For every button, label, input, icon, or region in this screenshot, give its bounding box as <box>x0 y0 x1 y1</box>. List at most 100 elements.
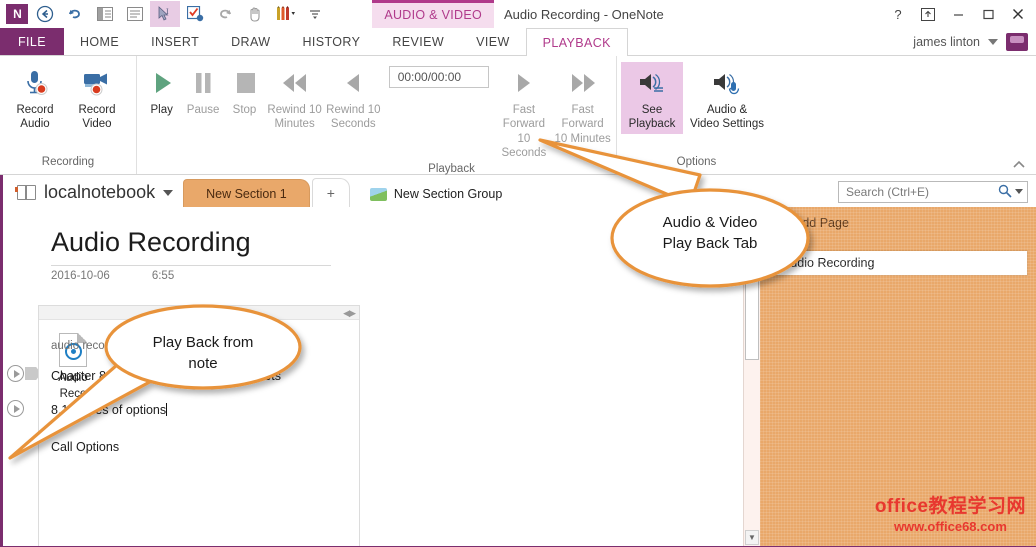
label-line1: Fast Forward <box>503 104 545 130</box>
tab-history[interactable]: HISTORY <box>286 28 376 55</box>
page-list-item-audio-recording[interactable]: Audio Recording <box>773 250 1028 276</box>
note-line-chapter[interactable]: Chapter 8: Mechanics of Options Markets <box>51 369 281 383</box>
page-list-panel: Add Page Audio Recording <box>760 207 1036 546</box>
note-line-call-options[interactable]: Call Options <box>51 440 119 454</box>
record-audio-button[interactable]: Record Audio <box>4 62 66 134</box>
back-icon[interactable] <box>30 1 60 27</box>
vertical-scrollbar[interactable]: ▼ <box>743 207 760 546</box>
rewind-10-minutes-label: Rewind 10 Minutes <box>267 103 321 132</box>
note-line-types-of-options[interactable]: 8.1: Types of options <box>51 403 167 417</box>
see-playback-icon <box>636 66 668 100</box>
label-line2: Minutes <box>274 118 314 130</box>
customize-qat-icon[interactable] <box>300 1 330 27</box>
tasks-icon[interactable] <box>180 1 210 27</box>
ribbon-group-recording-title: Recording <box>0 156 136 174</box>
audio-video-settings-button[interactable]: Audio & Video Settings <box>683 62 771 134</box>
play-icon <box>147 66 177 100</box>
play-label: Play <box>151 103 173 117</box>
select-type-icon[interactable]: I <box>150 1 180 27</box>
audio-video-settings-label: Audio & Video Settings <box>690 103 764 132</box>
redo-icon[interactable] <box>210 1 240 27</box>
page-canvas[interactable]: Audio Recording 2016-10-06 6:55 •••• ◀▶ … <box>3 207 760 546</box>
minimize-button[interactable] <box>944 2 972 26</box>
section-group-new-section-group[interactable]: New Section Group <box>370 187 502 207</box>
scroll-down-icon[interactable]: ▼ <box>745 530 759 545</box>
tab-insert[interactable]: INSERT <box>135 28 215 55</box>
add-page-button[interactable]: Add Page <box>760 207 1036 238</box>
add-section-button[interactable]: + <box>312 178 350 207</box>
search-area: Search (Ctrl+E) <box>838 181 1028 203</box>
label-line2: Video Settings <box>690 118 764 130</box>
contextual-tab-label: AUDIO & VIDEO <box>372 0 494 28</box>
label-line2: Seconds <box>331 118 376 130</box>
search-chevron-down-icon[interactable] <box>1015 189 1023 194</box>
playback-marker-1[interactable] <box>7 365 24 382</box>
pause-label: Pause <box>187 103 220 117</box>
undo-icon[interactable] <box>60 1 90 27</box>
notebook-selector[interactable]: localnotebook <box>3 182 183 207</box>
ribbon-group-options: See Playback <box>616 56 776 174</box>
note-line-recording-started[interactable]: audio recording started: 6:56 2016.10.6 <box>51 340 252 352</box>
full-page-view-icon[interactable] <box>120 1 150 27</box>
page-date: 2016-10-06 <box>51 270 110 282</box>
page-time: 6:55 <box>152 270 174 282</box>
tab-home[interactable]: HOME <box>64 28 135 55</box>
record-audio-label: Record Audio <box>16 103 53 132</box>
note-handle-arrows-icon[interactable]: ◀▶ <box>343 308 355 319</box>
panning-hand-icon[interactable] <box>240 1 270 27</box>
main-area: Audio Recording 2016-10-06 6:55 •••• ◀▶ … <box>0 207 1036 546</box>
play-button[interactable]: Play <box>141 62 182 119</box>
tab-review[interactable]: REVIEW <box>376 28 460 55</box>
section-group-icon <box>370 188 387 201</box>
close-button[interactable] <box>1004 2 1032 26</box>
ribbon-group-options-title: Options <box>617 156 776 174</box>
avatar[interactable] <box>1006 33 1028 51</box>
rewind-10-seconds-button[interactable]: Rewind 10 Seconds <box>324 62 383 134</box>
stop-icon <box>230 66 260 100</box>
onenote-logo-icon: N <box>6 4 28 24</box>
label-line1: Record <box>78 104 115 116</box>
section-tab-new-section-1[interactable]: New Section 1 <box>183 179 310 207</box>
ribbon-display-options-button[interactable] <box>914 2 942 26</box>
title-bar: N I <box>0 0 1036 28</box>
audio-video-settings-icon <box>710 66 744 100</box>
fast-forward-10-minutes-button[interactable]: Fast Forward 10 Minutes <box>553 62 612 148</box>
page-title[interactable]: Audio Recording <box>51 227 251 258</box>
stop-button[interactable]: Stop <box>224 62 265 119</box>
rewind-10-minutes-button[interactable]: Rewind 10 Minutes <box>265 62 324 134</box>
see-playback-button[interactable]: See Playback <box>621 62 683 134</box>
playback-marker-2[interactable] <box>7 400 24 417</box>
rewind-10-seconds-label: Rewind 10 Seconds <box>326 103 380 132</box>
title-divider <box>51 265 331 266</box>
window-controls: ? <box>884 0 1032 28</box>
label-line2: Audio <box>20 118 49 130</box>
notebook-bar: localnotebook New Section 1 + New Sectio… <box>0 175 1036 207</box>
plus-icon <box>772 215 787 230</box>
maximize-button[interactable] <box>974 2 1002 26</box>
scrollbar-thumb[interactable] <box>745 208 759 360</box>
playback-time-field[interactable]: 00:00/00:00 <box>389 66 489 88</box>
account-chevron-down-icon[interactable] <box>988 39 998 45</box>
fast-forward-10-seconds-button[interactable]: Fast Forward 10 Seconds <box>495 62 554 163</box>
pens-icon[interactable] <box>270 1 300 27</box>
label-line1: Fast Forward <box>562 104 604 130</box>
search-icon[interactable] <box>998 184 1012 201</box>
tab-file[interactable]: FILE <box>0 28 64 55</box>
pause-button[interactable]: Pause <box>182 62 223 119</box>
ribbon-group-playback: Play Pause Stop <box>136 56 616 174</box>
collapse-ribbon-icon[interactable] <box>1012 157 1026 172</box>
account-area: james linton <box>913 28 1036 55</box>
note-handle-dots-icon: •••• <box>190 311 208 315</box>
account-name[interactable]: james linton <box>913 35 980 49</box>
tab-playback[interactable]: PLAYBACK <box>526 28 628 56</box>
tab-draw[interactable]: DRAW <box>215 28 286 55</box>
tab-view[interactable]: VIEW <box>460 28 526 55</box>
note-line-text: 8.1: Types of options <box>51 403 166 417</box>
record-video-button[interactable]: Record Video <box>66 62 128 134</box>
dock-to-desktop-icon[interactable] <box>90 1 120 27</box>
quick-access-toolbar: N I <box>0 1 330 27</box>
camcorder-record-icon <box>81 66 113 100</box>
fast-forward-10-minutes-label: Fast Forward 10 Minutes <box>554 103 611 146</box>
help-button[interactable]: ? <box>884 2 912 26</box>
note-container-handle[interactable]: •••• ◀▶ <box>39 306 359 320</box>
